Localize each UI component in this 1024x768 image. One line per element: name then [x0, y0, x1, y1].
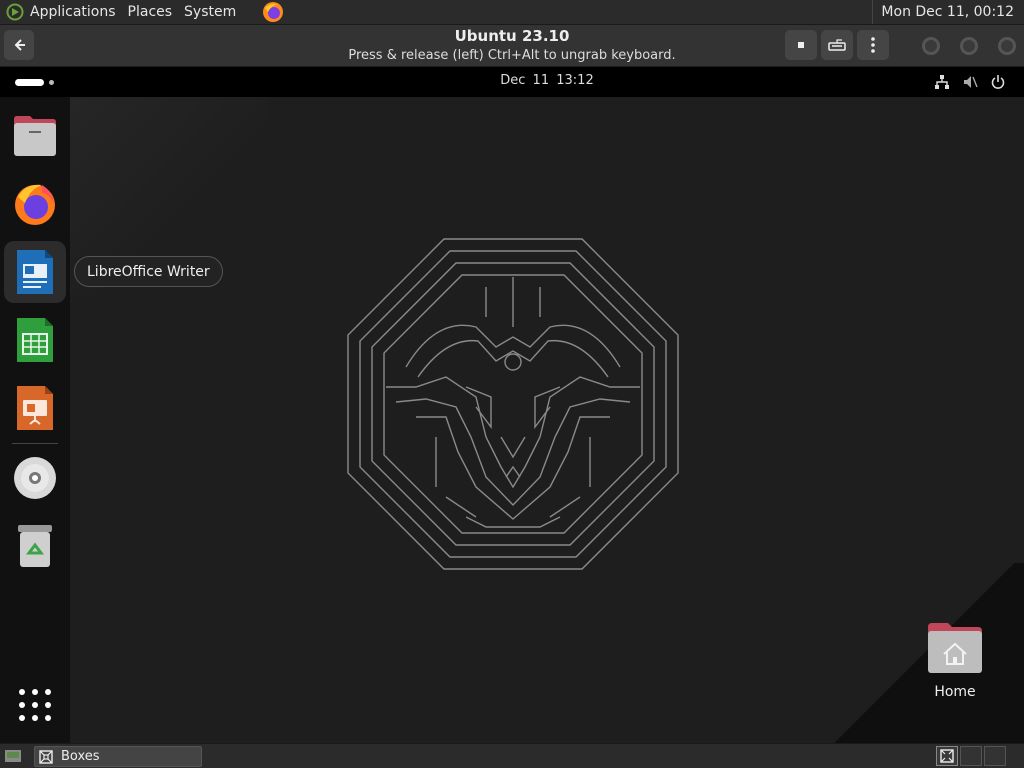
host-top-panel: Applications Places System Mon Dec 11, 0… [0, 0, 1024, 25]
disc-icon [14, 457, 56, 499]
workspace-switcher-icon[interactable] [936, 746, 958, 766]
desktop-icon-home[interactable]: Home [924, 622, 986, 710]
boxes-header-bar: Ubuntu 23.10 Press & release (left) Ctrl… [0, 25, 1024, 67]
firefox-icon [15, 184, 55, 225]
desktop[interactable]: Home [70, 97, 1024, 743]
minimize-button[interactable] [922, 37, 940, 55]
show-applications-button[interactable] [19, 689, 51, 721]
distro-logo-icon[interactable] [6, 3, 24, 21]
dock-app-optical-disc[interactable] [4, 447, 66, 509]
grid-dot [19, 689, 25, 695]
dock-app-trash[interactable] [4, 515, 66, 577]
dock-app-files[interactable] [4, 105, 66, 167]
stop-button[interactable] [785, 30, 817, 60]
grid-dot [32, 715, 38, 721]
grid-dot [32, 689, 38, 695]
guest-time: 13:12 [556, 73, 594, 88]
folder-icon [14, 116, 56, 156]
taskbar-item-label: Boxes [61, 749, 100, 764]
grid-dot [19, 715, 25, 721]
dock-app-libreoffice-impress[interactable] [4, 377, 66, 439]
dock-app-firefox[interactable] [4, 173, 66, 235]
taskbar-item-boxes[interactable]: Boxes [34, 746, 202, 767]
guest-top-bar: Dec 11 13:12 [0, 67, 1024, 97]
mantic-minotaur-wallpaper-icon [347, 238, 679, 570]
writer-icon [17, 250, 53, 294]
dock-tooltip: LibreOffice Writer [74, 256, 223, 287]
impress-icon [17, 386, 53, 430]
workspace-2[interactable] [960, 746, 982, 766]
dock [0, 97, 70, 743]
menu-system[interactable]: System [178, 4, 242, 20]
boxes-app-icon [39, 749, 53, 764]
grid-dot [45, 689, 51, 695]
trash-icon [18, 525, 52, 567]
stop-icon [798, 42, 804, 48]
firefox-launcher-icon[interactable] [262, 1, 284, 23]
guest-date: Dec 11 [500, 73, 550, 88]
network-wired-icon[interactable] [934, 74, 950, 90]
volume-muted-icon[interactable] [962, 74, 978, 90]
host-clock[interactable]: Mon Dec 11, 00:12 [872, 0, 1024, 24]
grid-dot [45, 702, 51, 708]
host-taskbar: Boxes [0, 743, 1024, 768]
dock-app-libreoffice-calc[interactable] [4, 309, 66, 371]
grid-dot [45, 715, 51, 721]
menu-applications[interactable]: Applications [24, 4, 122, 20]
keyboard-shortcuts-button[interactable] [821, 30, 853, 60]
power-icon[interactable] [990, 74, 1006, 90]
maximize-button[interactable] [960, 37, 978, 55]
close-button[interactable] [998, 37, 1016, 55]
calc-icon [17, 318, 53, 362]
dock-app-libreoffice-writer[interactable] [4, 241, 66, 303]
menu-button[interactable] [857, 30, 889, 60]
grid-dot [19, 702, 25, 708]
guest-clock[interactable]: Dec 11 13:12 [0, 73, 1024, 88]
kebab-menu-icon [871, 37, 875, 53]
dock-separator [12, 443, 58, 444]
desktop-icon-label: Home [934, 684, 976, 700]
home-folder-icon [928, 623, 982, 673]
menu-places[interactable]: Places [122, 4, 179, 20]
keyboard-icon [828, 39, 846, 51]
workspace-3[interactable] [984, 746, 1006, 766]
show-desktop-icon[interactable] [4, 748, 22, 764]
grid-dot [32, 702, 38, 708]
